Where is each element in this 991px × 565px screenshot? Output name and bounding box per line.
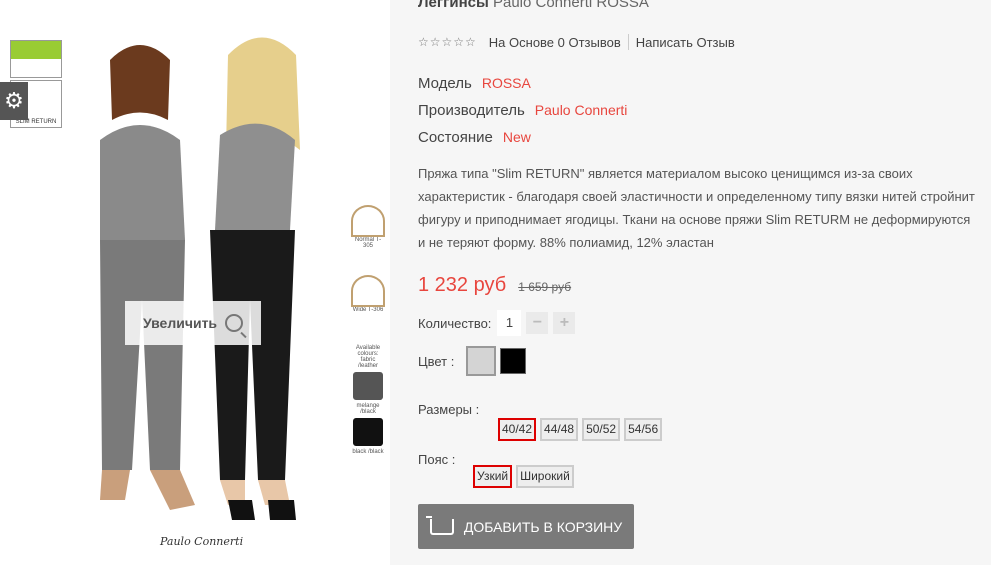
meta-model: Модель ROSSA (418, 70, 627, 97)
certificate-badge (10, 40, 62, 78)
belt-label: Пояс : (418, 452, 456, 467)
size-options: 40/42 44/48 50/52 54/56 (498, 418, 663, 441)
brand-signature: Paulo Connerti (160, 535, 244, 548)
size-option[interactable]: 44/48 (540, 418, 579, 441)
zoom-label: Увеличить (142, 315, 218, 331)
quantity-stepper: Количество: 1 − + (418, 310, 576, 336)
gear-icon[interactable]: ⚙ (0, 82, 28, 120)
thumb-label: black /black (352, 449, 384, 455)
add-to-cart-label: ДОБАВИТЬ В КОРЗИНУ (463, 518, 623, 535)
thumb-label: Wide T-306 (352, 307, 384, 313)
quantity-minus-button[interactable]: − (526, 312, 549, 334)
size-option[interactable]: 50/52 (582, 418, 621, 441)
thumb-label: Normal T-305 (354, 237, 382, 249)
product-title-name: Paulo Connerti ROSSA (492, 0, 649, 11)
product-title-type: Леггинсы (418, 0, 489, 11)
product-description: Пряжа типа "Slim RETURN" является матери… (418, 166, 975, 250)
color-swatch-black[interactable] (500, 348, 527, 374)
size-option[interactable]: 40/42 (498, 418, 537, 441)
quantity-label: Количество: (418, 315, 492, 331)
sizes-label: Размеры : (418, 402, 480, 417)
belt-options: Узкий Широкий (473, 465, 574, 488)
product-meta: Модель ROSSA Производитель Paulo Connerti … (418, 70, 627, 151)
meta-value: New (502, 129, 531, 145)
write-review-link[interactable]: Написать Отзыв (636, 35, 735, 50)
price-block: 1 232 руб 1 659 руб (418, 274, 571, 297)
meta-manufacturer: Производитель Paulo Connerti (418, 97, 627, 124)
belt-option[interactable]: Широкий (516, 465, 574, 488)
thumb-normal-waist[interactable]: Normal T-305 (350, 205, 386, 265)
meta-label: Модель (418, 75, 472, 92)
product-details: Леггинсы Paulo Connerti ROSSA ☆☆☆☆☆ На О… (390, 0, 991, 565)
color-label: Цвет : (418, 353, 455, 369)
thumb-colours[interactable]: Available colours: fabric /leather melan… (350, 345, 386, 455)
size-option[interactable]: 54/56 (624, 418, 663, 441)
meta-value: ROSSA (481, 75, 531, 91)
thumb-label: Available colours: fabric /leather (355, 345, 381, 369)
thumb-wide-waist[interactable]: Wide T-306 (350, 275, 386, 335)
divider (627, 34, 629, 50)
zoom-in-icon (225, 314, 244, 332)
product-gallery: SLIM RETURN ⚙ Увеличить Paulo Connerti N… (0, 0, 390, 565)
zoom-button[interactable]: Увеличить (125, 301, 261, 345)
detail-thumbnails: Normal T-305 Wide T-306 Available colour… (350, 205, 390, 465)
price-current: 1 232 руб (418, 274, 507, 296)
belt-option[interactable]: Узкий (473, 465, 513, 488)
quantity-input[interactable]: 1 (497, 310, 522, 336)
rating-stars-icon: ☆☆☆☆☆ (418, 35, 477, 49)
cart-icon (425, 515, 454, 535)
color-selector: Цвет : (418, 346, 527, 376)
add-to-cart-button[interactable]: ДОБАВИТЬ В КОРЗИНУ (418, 504, 634, 549)
quantity-plus-button[interactable]: + (553, 312, 576, 334)
meta-condition: Состояние New (418, 124, 627, 151)
thumb-label: melange /black (356, 403, 380, 415)
color-swatch-grey[interactable] (466, 346, 497, 376)
meta-label: Состояние (418, 129, 493, 146)
meta-label: Производитель (418, 102, 525, 119)
price-old: 1 659 руб (518, 280, 572, 294)
reviews-row: ☆☆☆☆☆ На Основе 0 Отзывов Написать Отзыв (418, 34, 735, 50)
manufacturer-link[interactable]: Paulo Connerti (535, 102, 628, 118)
reviews-link[interactable]: На Основе 0 Отзывов (489, 35, 621, 50)
product-title: Леггинсы Paulo Connerti ROSSA (418, 0, 649, 11)
